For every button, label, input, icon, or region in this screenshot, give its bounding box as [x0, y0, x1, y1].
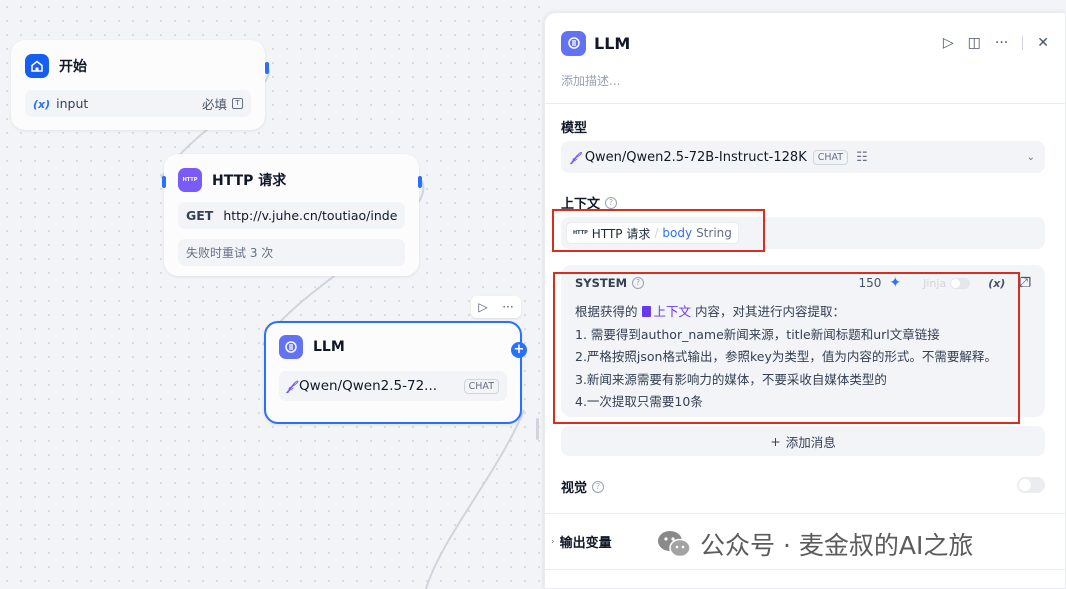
watermark-text: 公众号 · 麦金叔的AI之旅 [700, 531, 974, 560]
model-selector[interactable]: 𝒻 Qwen/Qwen2.5-72B-Instruct-128K CHAT ☷ … [561, 141, 1045, 173]
start-node[interactable]: 开始 (x) input 必填 T [11, 40, 269, 130]
help-icon[interactable]: ? [592, 480, 605, 493]
node-toolbar: ▷ ··· [471, 296, 521, 318]
http-url: http://v.juhe.cn/toutiao/index [223, 208, 397, 223]
divider [545, 103, 1065, 104]
http-method: GET [186, 208, 214, 223]
close-icon[interactable]: ✕ [1037, 35, 1049, 51]
http-request-node[interactable]: HTTP HTTP 请求 GET http://v.juhe.cn/toutia… [162, 154, 422, 276]
plus-icon: + [770, 433, 781, 449]
model-label: 模型 [561, 121, 588, 136]
llm-node[interactable]: LLM 𝒻 Qwen/Qwen2.5-72... CHAT [264, 321, 522, 424]
workflow-canvas[interactable]: 开始 (x) input 必填 T HTTP HTTP 请求 GET http://… [0, 0, 545, 589]
watermark: 公众号 · 麦金叔的AI之旅 [656, 526, 973, 562]
vision-toggle[interactable] [1017, 477, 1045, 493]
text-input-icon: T [232, 98, 243, 109]
llm-brain-icon [561, 30, 586, 56]
more-icon[interactable]: ··· [502, 300, 513, 314]
chevron-down-icon[interactable]: ⌄ [1027, 152, 1035, 163]
wechat-logo-icon [656, 529, 692, 559]
start-node-title: 开始 [59, 59, 87, 75]
start-var-name: input [56, 96, 89, 111]
more-options-icon[interactable]: ··· [995, 35, 1008, 51]
highlight-box-context [552, 209, 765, 252]
model-name: Qwen/Qwen2.5-72B-Instruct-128K [584, 149, 807, 165]
chat-badge: CHAT [812, 149, 849, 165]
start-input-var[interactable]: (x) input 必填 T [25, 90, 251, 117]
split-view-icon[interactable]: ◫ [968, 35, 981, 51]
help-icon[interactable]: ? [605, 196, 618, 209]
panel-resize-handle[interactable] [536, 418, 539, 440]
node-config-panel: LLM ▷ ◫ ··· ✕ 添加描述... 模型 𝒻 Qwen/Qwen2.5-… [544, 12, 1066, 589]
qwen-logo-icon: 𝒻 [287, 378, 294, 394]
panel-title: LLM [594, 33, 631, 53]
variable-icon: (x) [33, 98, 51, 111]
add-message-button[interactable]: + 添加消息 [561, 426, 1045, 456]
output-variables-section[interactable]: › 输出变量 [551, 532, 612, 551]
divider [545, 513, 1065, 514]
run-icon[interactable]: ▷ [943, 35, 954, 51]
highlight-box-system [553, 272, 1020, 424]
required-label: 必填 [201, 97, 227, 112]
start-output-handle[interactable] [265, 62, 269, 74]
add-node-plus-icon[interactable]: + [511, 342, 527, 358]
chevron-right-icon: › [551, 536, 555, 547]
llm-node-model: Qwen/Qwen2.5-72... [299, 378, 438, 394]
vision-label: 视觉 ? [561, 477, 605, 496]
llm-brain-icon [279, 335, 303, 359]
description-input[interactable]: 添加描述... [561, 72, 620, 89]
run-node-icon[interactable]: ▷ [478, 300, 487, 314]
header-divider [1022, 36, 1024, 50]
http-request-line: GET http://v.juhe.cn/toutiao/index [178, 202, 405, 229]
qwen-logo-icon: 𝒻 [571, 149, 577, 165]
llm-model-row: 𝒻 Qwen/Qwen2.5-72... CHAT [279, 371, 507, 401]
chat-badge: CHAT [463, 378, 499, 394]
expand-icon[interactable]: ⤢ [1019, 276, 1028, 290]
llm-node-title: LLM [313, 339, 345, 355]
sliders-icon[interactable]: ☷ [856, 150, 868, 165]
http-output-handle[interactable] [418, 176, 422, 188]
http-node-title: HTTP 请求 [212, 173, 287, 189]
divider [545, 569, 1065, 570]
http-input-handle[interactable] [162, 176, 166, 188]
home-icon [25, 54, 49, 78]
http-icon: HTTP [178, 168, 202, 192]
retry-info: 失败时重试 3 次 [178, 239, 405, 266]
